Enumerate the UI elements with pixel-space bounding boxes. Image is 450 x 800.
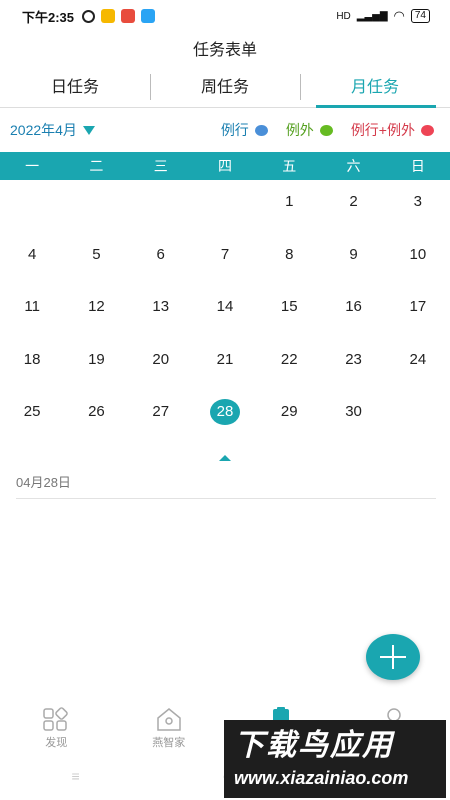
calendar-week: 4 5 6 7 8 9 10 — [0, 236, 450, 289]
calendar-week: 1 2 3 — [0, 183, 450, 236]
calendar-day[interactable]: 20 — [129, 341, 193, 394]
calendar-day[interactable] — [193, 183, 257, 236]
calendar-day[interactable]: 6 — [129, 236, 193, 289]
calendar-day[interactable]: 9 — [321, 236, 385, 289]
calendar-day[interactable]: 24 — [386, 341, 450, 394]
weekday-label: 三 — [153, 158, 168, 174]
status-right: HD ▂▃▅▇ ◠ 74 — [336, 8, 430, 24]
calendar-week: 11 12 13 14 15 16 17 — [0, 288, 450, 341]
calendar-day[interactable]: 2 — [321, 183, 385, 236]
calendar-day[interactable]: 15 — [257, 288, 321, 341]
alarm-icon — [82, 9, 96, 23]
menu-icon[interactable]: ≡ — [71, 768, 79, 790]
legend-item-routine: 例行 — [221, 120, 268, 140]
legend-item-both: 例行+例外 — [351, 120, 434, 140]
watermark: 下载鸟应用 www.xiazainiao.com — [224, 720, 446, 798]
legend-item-exception: 例外 — [286, 120, 333, 140]
month-legend-row: 2022年4月 例行 例外 例行+例外 — [10, 118, 434, 142]
calendar-day[interactable] — [386, 393, 450, 446]
legend-label: 例行 — [220, 122, 249, 138]
tab-weekly[interactable]: 周任务 — [150, 72, 300, 107]
calendar-day[interactable]: 8 — [257, 236, 321, 289]
discover-icon — [43, 707, 69, 731]
legend-label: 例外 — [285, 122, 314, 138]
collapse-calendar-icon[interactable] — [219, 455, 231, 461]
calendar-day[interactable]: 10 — [386, 236, 450, 289]
calendar-day[interactable] — [64, 183, 128, 236]
legend-dot-icon — [319, 124, 333, 136]
weekday-label: 二 — [89, 158, 104, 174]
calendar-day[interactable]: 25 — [0, 393, 64, 446]
calendar-day[interactable]: 30 — [321, 393, 385, 446]
watermark-url: www.xiazainiao.com — [234, 768, 409, 788]
calendar-day[interactable]: 3 — [386, 183, 450, 236]
tab-bar: 日任务 周任务 月任务 — [0, 72, 450, 108]
calendar-day[interactable]: 18 — [0, 341, 64, 394]
battery-icon: 74 — [410, 9, 430, 23]
app-notification-icon — [121, 9, 136, 23]
calendar-day[interactable]: 16 — [321, 288, 385, 341]
calendar-day[interactable]: 19 — [64, 341, 128, 394]
status-bar: 下午2:35 HD ▂▃▅▇ ◠ 74 — [0, 0, 450, 32]
legend: 例行 例外 例行+例外 — [221, 120, 434, 140]
weekday-label: 日 — [410, 158, 425, 174]
nav-item-home[interactable]: 燕智家 — [113, 706, 226, 758]
watermark-title: 下载鸟应用 — [234, 729, 394, 762]
weekday-label: 四 — [217, 158, 232, 174]
calendar-day[interactable]: 29 — [257, 393, 321, 446]
calendar-day[interactable]: 23 — [321, 341, 385, 394]
calendar-grid: 1 2 3 4 5 6 7 8 9 10 11 12 13 14 15 16 1… — [0, 183, 450, 446]
signal-icon: ▂▃▅▇ — [356, 10, 388, 22]
calendar-day[interactable]: 1 — [257, 183, 321, 236]
calendar-day[interactable]: 22 — [257, 341, 321, 394]
calendar-day[interactable]: 5 — [64, 236, 128, 289]
calendar-day[interactable] — [129, 183, 193, 236]
add-task-button[interactable] — [366, 634, 420, 680]
tab-monthly[interactable]: 月任务 — [300, 72, 450, 108]
nav-label: 发现 — [45, 737, 68, 749]
calendar-day[interactable]: 7 — [193, 236, 257, 289]
calendar-day[interactable]: 27 — [129, 393, 193, 446]
divider — [16, 498, 436, 499]
calendar-day-selected[interactable]: 28 — [193, 393, 257, 446]
calendar-day[interactable]: 14 — [193, 288, 257, 341]
calendar-day[interactable]: 21 — [193, 341, 257, 394]
calendar-day[interactable]: 26 — [64, 393, 128, 446]
calendar-day[interactable]: 11 — [0, 288, 64, 341]
calendar-week: 25 26 27 28 29 30 — [0, 393, 450, 446]
home-icon — [157, 708, 181, 731]
month-label: 2022年4月 — [10, 122, 77, 138]
page-title: 任务表单 — [192, 42, 257, 59]
network-label: HD — [336, 10, 351, 22]
nav-label: 燕智家 — [152, 737, 186, 749]
weekday-header: 一 二 三 四 五 六 日 — [0, 152, 450, 180]
calendar-day[interactable]: 13 — [129, 288, 193, 341]
month-selector[interactable]: 2022年4月 — [10, 120, 95, 140]
weekday-label: 五 — [282, 158, 297, 174]
calendar-day[interactable] — [0, 183, 64, 236]
status-time: 下午2:35 — [22, 9, 75, 25]
legend-dot-icon — [421, 124, 434, 136]
wifi-icon: ◠ — [393, 8, 405, 23]
calendar-day[interactable]: 4 — [0, 236, 64, 289]
legend-dot-icon — [254, 124, 268, 136]
nav-item-discover[interactable]: 发现 — [0, 706, 113, 758]
calendar-day[interactable]: 17 — [386, 288, 450, 341]
app-notification-icon — [101, 9, 116, 23]
selected-date-label: 04月28日 — [16, 475, 71, 490]
calendar-week: 18 19 20 21 22 23 24 — [0, 341, 450, 394]
weekday-label: 一 — [25, 158, 40, 174]
dropdown-triangle-icon — [82, 125, 95, 135]
weekday-label: 六 — [346, 158, 361, 174]
calendar-day[interactable]: 12 — [64, 288, 128, 341]
app-notification-icon — [141, 9, 156, 23]
tab-daily[interactable]: 日任务 — [0, 72, 150, 107]
legend-label: 例行+例外 — [350, 122, 415, 138]
